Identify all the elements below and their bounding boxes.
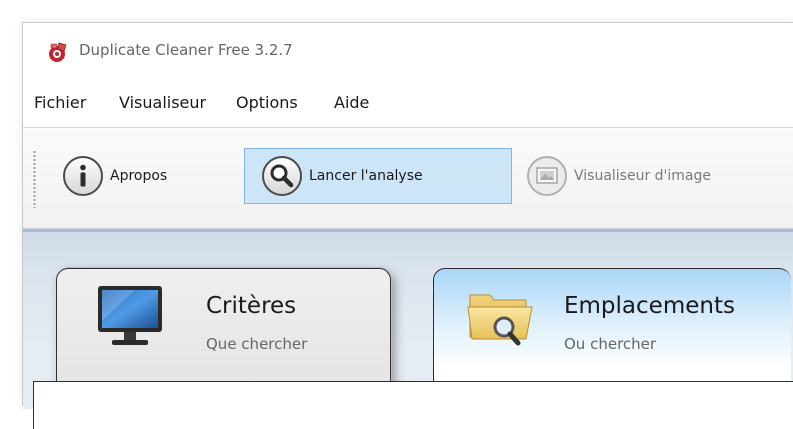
magnifier-icon — [262, 156, 302, 196]
menu-options[interactable]: Options — [236, 93, 298, 112]
window-title: Duplicate Cleaner Free 3.2.7 — [79, 41, 293, 59]
tab-emplacements-subtitle: Ou chercher — [564, 335, 657, 353]
menu-bar: Fichier Visualiseur Options Aide — [23, 81, 793, 128]
toolbar: Apropos Lancer l'analyse Visualiseur d'i… — [23, 128, 793, 229]
menu-visualiseur[interactable]: Visualiseur — [119, 93, 206, 112]
lancer-analyse-button[interactable]: Lancer l'analyse — [244, 148, 512, 204]
apropos-label: Apropos — [110, 168, 168, 184]
monitor-icon — [98, 286, 162, 345]
info-icon — [63, 156, 103, 196]
folder-search-icon — [467, 294, 533, 346]
tab-content-panel — [33, 381, 793, 429]
tab-criteres-title: Critères — [206, 293, 297, 319]
menu-aide[interactable]: Aide — [334, 93, 369, 112]
visualiseur-image-label: Visualiseur d'image — [574, 168, 712, 184]
app-window: Duplicate Cleaner Free 3.2.7 Fichier Vis… — [22, 22, 793, 429]
tab-emplacements-title: Emplacements — [564, 293, 735, 319]
lancer-analyse-label: Lancer l'analyse — [309, 168, 423, 184]
title-bar[interactable]: Duplicate Cleaner Free 3.2.7 — [23, 23, 793, 81]
duplicate-cleaner-logo-icon — [49, 42, 67, 62]
apropos-button[interactable]: Apropos — [45, 148, 220, 204]
visualiseur-image-button[interactable]: Visualiseur d'image — [509, 148, 793, 204]
menu-fichier[interactable]: Fichier — [34, 93, 86, 112]
tab-criteres-subtitle: Que chercher — [206, 335, 308, 353]
toolbar-grip[interactable] — [33, 150, 36, 208]
image-viewer-icon — [527, 156, 567, 196]
